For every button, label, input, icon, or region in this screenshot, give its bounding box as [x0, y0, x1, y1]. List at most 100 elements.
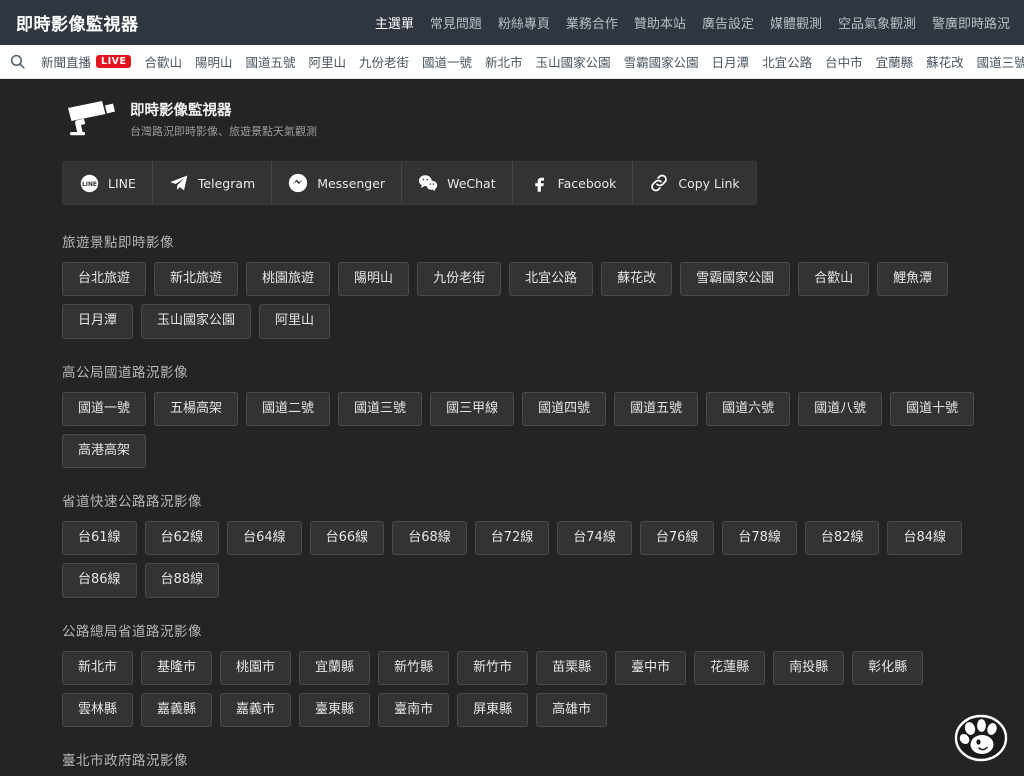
tag-link[interactable]: 新竹縣: [378, 650, 450, 685]
tag-link[interactable]: 蘇花改: [601, 262, 673, 297]
tag-link[interactable]: 屏東縣: [457, 692, 529, 727]
tag-link[interactable]: 桃園旅遊: [246, 262, 331, 297]
quick-item-9[interactable]: 雪霸國家公園: [624, 52, 699, 71]
quick-item-14[interactable]: 蘇花改: [926, 52, 964, 71]
nav-item-2[interactable]: 粉絲專頁: [498, 13, 550, 32]
nav-item-3[interactable]: 業務合作: [566, 13, 618, 32]
nav-item-8[interactable]: 警廣即時路況: [932, 13, 1010, 32]
tag-link[interactable]: 台66線: [309, 521, 385, 556]
tag-link[interactable]: 基隆市: [141, 650, 213, 685]
tag-link[interactable]: 新北旅遊: [154, 262, 239, 297]
tag-link[interactable]: 國道八號: [798, 391, 883, 426]
quick-item-12[interactable]: 台中市: [825, 52, 863, 71]
tag-link[interactable]: 高港高架: [62, 433, 147, 468]
tag-link[interactable]: 台74線: [557, 521, 632, 556]
nav-item-4[interactable]: 贊助本站: [634, 13, 686, 32]
tag-link[interactable]: 花蓮縣: [694, 650, 766, 685]
tag-link[interactable]: 台86線: [62, 563, 137, 598]
tag-link[interactable]: 國道二號: [246, 391, 331, 426]
nav-item-7[interactable]: 空品氣象觀測: [838, 13, 916, 32]
share-button-telegram[interactable]: Telegram: [152, 162, 273, 204]
quick-item-4[interactable]: 阿里山: [309, 52, 347, 71]
nav-item-6[interactable]: 媒體觀測: [770, 13, 822, 32]
quick-item-7[interactable]: 新北市: [485, 52, 523, 71]
tag-link[interactable]: 五楊高架: [154, 391, 239, 426]
tag-link[interactable]: 南投縣: [773, 650, 845, 685]
tag-link[interactable]: 台72線: [474, 521, 550, 556]
tag-link[interactable]: 國道十號: [890, 391, 975, 426]
tag-link[interactable]: 北宜公路: [509, 262, 594, 297]
quick-item-5[interactable]: 九份老街: [359, 52, 409, 71]
telegram-icon: [169, 173, 189, 193]
section-title: 旅遊景點即時影像: [62, 235, 174, 251]
share-button-label: Messenger: [317, 175, 386, 191]
tag-link[interactable]: 台84線: [887, 521, 963, 556]
quick-item-label: 新北市: [485, 55, 523, 70]
tag-link[interactable]: 臺南市: [378, 692, 450, 727]
search-icon[interactable]: [6, 51, 28, 73]
share-button-label: Telegram: [197, 175, 256, 191]
tag-link[interactable]: 合歡山: [798, 262, 870, 297]
tag-link[interactable]: 臺中市: [615, 650, 687, 685]
tag-link[interactable]: 臺東縣: [299, 692, 371, 727]
share-button-wechat[interactable]: WeChat: [402, 162, 513, 204]
tag-link[interactable]: 雪霸國家公園: [680, 262, 791, 297]
tag-link[interactable]: 苗栗縣: [536, 650, 608, 685]
tag-link[interactable]: 新北市: [62, 650, 134, 685]
tag-link[interactable]: 國道三號: [338, 391, 423, 426]
tag-link[interactable]: 國道四號: [522, 391, 607, 426]
tag-link[interactable]: 國道五號: [614, 391, 699, 426]
tag-list: 台61線 台62線 台64線 台66線 台68線 台72線 台74線 台76線 台78線 台82線…: [62, 521, 978, 598]
tag-link[interactable]: 台62線: [144, 521, 220, 556]
quick-item-15[interactable]: 國道三號: [977, 52, 1024, 71]
tag-link[interactable]: 雲林縣: [62, 692, 134, 727]
nav-item-1[interactable]: 常見問題: [430, 13, 482, 32]
paw-badge-icon[interactable]: [950, 710, 1012, 766]
tag-link[interactable]: 國三甲線: [430, 391, 515, 426]
quick-item-10[interactable]: 日月潭: [712, 52, 750, 71]
tag-link[interactable]: 新竹市: [457, 650, 529, 685]
quick-item-label: 國道一號: [422, 55, 473, 70]
tag-link[interactable]: 台68線: [392, 521, 467, 556]
tag-link[interactable]: 阿里山: [259, 304, 331, 339]
facebook-icon: [529, 173, 549, 193]
tag-link[interactable]: 台82線: [804, 521, 880, 556]
tag-link[interactable]: 台88線: [144, 563, 220, 598]
tag-link[interactable]: 台78線: [722, 521, 797, 556]
share-button-messenger[interactable]: Messenger: [272, 162, 403, 204]
share-button-copy-link[interactable]: Copy Link: [633, 162, 756, 204]
nav-item-0[interactable]: 主選單: [375, 13, 414, 32]
wechat-icon: [418, 173, 438, 193]
tag-link[interactable]: 玉山國家公園: [141, 304, 252, 339]
quick-item-3[interactable]: 國道五號: [245, 52, 295, 71]
share-button-label: WeChat: [447, 175, 496, 191]
share-button-facebook[interactable]: Facebook: [512, 162, 634, 204]
tag-link[interactable]: 陽明山: [338, 262, 410, 297]
tag-link[interactable]: 嘉義縣: [141, 692, 213, 727]
quick-item-8[interactable]: 玉山國家公園: [536, 52, 611, 71]
quick-item-6[interactable]: 國道一號: [422, 52, 472, 71]
tag-link[interactable]: 鯉魚潭: [877, 262, 949, 297]
tag-link[interactable]: 國道六號: [706, 391, 791, 426]
tag-link[interactable]: 台北旅遊: [62, 262, 147, 297]
tag-link[interactable]: 嘉義市: [220, 692, 292, 727]
quick-item-1[interactable]: 合歡山: [144, 52, 182, 71]
tag-link[interactable]: 台76線: [639, 521, 715, 556]
site-brand[interactable]: 即時影像監視器: [16, 10, 139, 35]
tag-link[interactable]: 彰化縣: [852, 650, 924, 685]
quick-item-11[interactable]: 北宜公路: [762, 52, 812, 71]
tag-link[interactable]: 台61線: [62, 521, 137, 556]
tag-link[interactable]: 九份老街: [417, 262, 502, 297]
tag-link[interactable]: 國道一號: [62, 391, 147, 426]
quick-item-2[interactable]: 陽明山: [195, 52, 233, 71]
tag-link[interactable]: 台64線: [227, 521, 302, 556]
tag-link[interactable]: 桃園市: [220, 650, 292, 685]
quick-item-0[interactable]: 新聞直播 LIVE: [41, 52, 132, 71]
tag-link[interactable]: 高雄市: [536, 692, 608, 727]
quick-access-list: 新聞直播 LIVE 合歡山 陽明山 國道五號 阿里山 九份老街 國道一號 新北市 玉山國家公園 雪霸…: [41, 52, 1024, 71]
nav-item-5[interactable]: 廣告設定: [702, 13, 754, 32]
tag-link[interactable]: 日月潭: [62, 304, 134, 339]
quick-item-13[interactable]: 宜蘭縣: [876, 52, 914, 71]
share-button-line[interactable]: LINE LINE: [63, 162, 153, 204]
tag-link[interactable]: 宜蘭縣: [299, 650, 371, 685]
